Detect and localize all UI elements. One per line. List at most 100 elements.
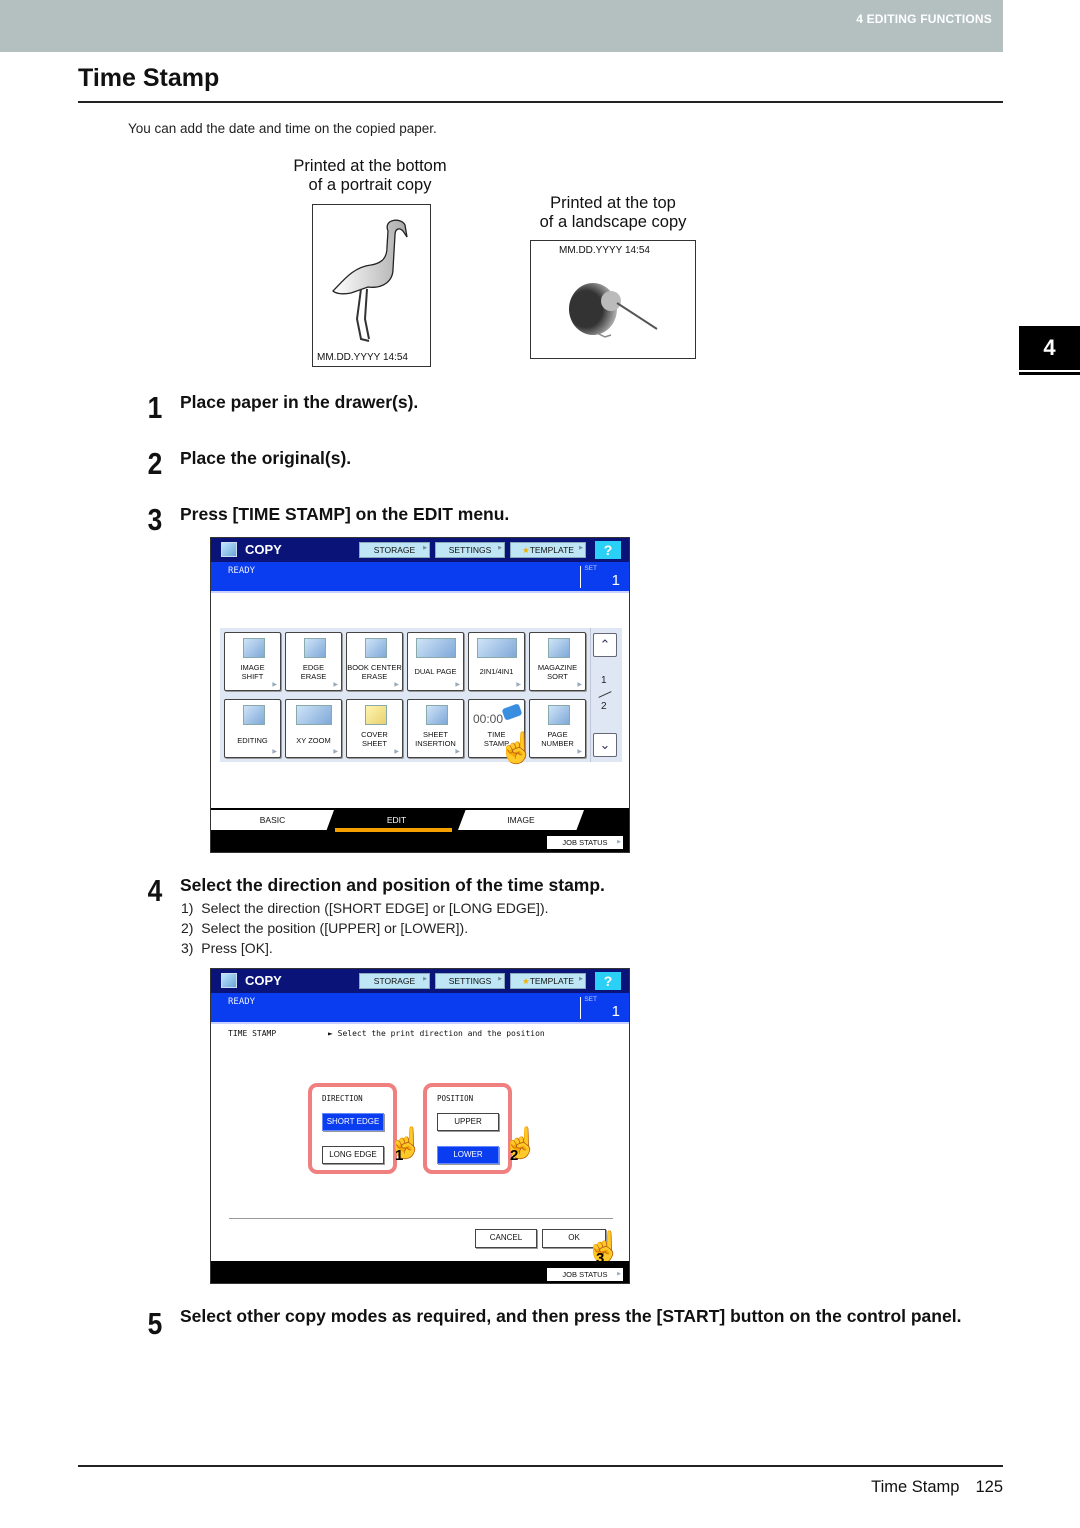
template-button[interactable]: ★TEMPLATE ▶	[510, 542, 586, 558]
help-button[interactable]: ?	[595, 541, 621, 559]
help-button[interactable]: ?	[595, 972, 621, 990]
page-number: 125	[975, 1478, 1003, 1496]
panel-top-bar: COPY STORAGE ▶ SETTINGS ▶ ★TEMPLATE ▶ ?	[211, 538, 629, 562]
substep: 2) Select the position ([UPPER] or [LOWE…	[181, 920, 469, 936]
arrow-icon: ▶	[272, 682, 277, 688]
title-divider	[78, 101, 1003, 103]
footer-section: Time Stamp	[871, 1478, 960, 1496]
short-edge-button[interactable]: SHORT EDGE	[322, 1113, 384, 1131]
active-tab-indicator	[335, 828, 452, 832]
arrow-icon: ▶	[516, 682, 521, 688]
portrait-caption: Printed at the bottom of a portrait copy	[293, 157, 447, 194]
arrow-icon: ▶	[579, 545, 583, 551]
lower-button[interactable]: LOWER	[437, 1146, 499, 1164]
tab-edit[interactable]: EDIT	[335, 810, 458, 830]
arrow-icon: ▶	[577, 749, 582, 755]
arrow-icon: ▶	[577, 682, 582, 688]
status-text: READY	[228, 997, 256, 1007]
footer-divider	[78, 1465, 1003, 1467]
step-text: Place paper in the drawer(s).	[180, 392, 419, 412]
scroll-down-button[interactable]: ⌄	[593, 733, 617, 757]
page-title: Time Stamp	[78, 64, 220, 92]
arrow-icon: ▶	[272, 749, 277, 755]
set-count: 1	[611, 1003, 620, 1020]
page-number-icon	[548, 705, 570, 725]
arrow-icon: ▶	[394, 749, 399, 755]
stamp-icon	[501, 703, 523, 721]
tab-image[interactable]: IMAGE	[458, 810, 584, 830]
2in1-4in1-button[interactable]: 2IN1/4IN1 ▶	[468, 632, 525, 691]
step-text: Place the original(s).	[180, 448, 352, 468]
template-button[interactable]: ★TEMPLATE ▶	[510, 973, 586, 989]
chapter-tab[interactable]: 4	[1019, 326, 1080, 370]
landscape-stamp: MM.DD.YYYY 14:54	[559, 245, 650, 256]
section-header: 4 EDITING FUNCTIONS	[856, 12, 992, 26]
book-center-erase-button[interactable]: BOOK CENTER ERASE ▶	[346, 632, 403, 691]
arrow-icon: ▶	[579, 976, 583, 982]
long-edge-button[interactable]: LONG EDGE	[322, 1146, 384, 1164]
flamingo-image	[332, 219, 408, 342]
set-label: SET	[584, 565, 597, 572]
mode-label: COPY	[245, 542, 282, 557]
screen-title: TIME STAMP	[228, 1029, 277, 1038]
function-grid: IMAGE SHIFT ▶ EDGE ERASE ▶ BOOK CENTER ERASE ▶…	[220, 628, 622, 762]
scroll-up-button[interactable]: ⌃	[593, 633, 617, 657]
landscape-paper: MM.DD.YYYY 14:54	[530, 240, 696, 359]
set-label: SET	[584, 996, 597, 1003]
job-status-button[interactable]: JOB STATUS ▶	[547, 836, 623, 849]
bottom-bar: JOB STATUS ▶	[211, 1261, 629, 1283]
step-number: 4	[147, 873, 163, 908]
arrow-icon: ▶	[333, 682, 338, 688]
xy-zoom-button[interactable]: XY ZOOM ▶	[285, 699, 342, 758]
job-status-button[interactable]: JOB STATUS ▶	[547, 1268, 623, 1281]
landscape-caption: Printed at the top of a landscape copy	[539, 194, 687, 231]
page-current: 1	[601, 675, 607, 686]
set-count: 1	[611, 572, 620, 589]
magazine-sort-button[interactable]: MAGAZINE SORT ▶	[529, 632, 586, 691]
footer: Time Stamp 125	[871, 1478, 1003, 1497]
edge-erase-button[interactable]: EDGE ERASE ▶	[285, 632, 342, 691]
divider	[229, 1218, 613, 1219]
arrow-icon: ▶	[617, 1271, 621, 1277]
cancel-button[interactable]: CANCEL	[475, 1229, 537, 1248]
substep: 3) Press [OK].	[181, 940, 273, 956]
arrow-icon: ▶	[498, 545, 502, 551]
settings-button[interactable]: SETTINGS ▶	[435, 542, 505, 558]
editing-button[interactable]: EDITING ▶	[224, 699, 281, 758]
chapter-tab-underline	[1019, 372, 1080, 375]
set-divider	[580, 997, 581, 1019]
storage-button[interactable]: STORAGE ▶	[359, 542, 430, 558]
pointing-hand-icon: ☝	[502, 1127, 540, 1160]
step-number: 1	[147, 390, 163, 425]
page-total: 2	[601, 701, 607, 712]
tab-basic[interactable]: BASIC	[211, 810, 334, 830]
cover-sheet-button[interactable]: COVER SHEET ▶	[346, 699, 403, 758]
arrow-icon: ▶	[617, 839, 621, 845]
arrow-icon: ▶	[455, 682, 460, 688]
instruction-text: ► Select the print direction and the pos…	[328, 1029, 545, 1038]
copy-panel-time-stamp: COPY STORAGE ▶ SETTINGS ▶ ★TEMPLATE ▶ ? REA…	[210, 968, 630, 1284]
clock-text-icon: 00:00	[473, 712, 504, 726]
step-text: Press [TIME STAMP] on the EDIT menu.	[180, 504, 510, 524]
arrow-icon: ▶	[333, 749, 338, 755]
step-text: Select other copy modes as required, and…	[180, 1306, 962, 1326]
sheet-insertion-button[interactable]: SHEET INSERTION ▶	[407, 699, 464, 758]
page-number-button[interactable]: PAGE NUMBER ▶	[529, 699, 586, 758]
step-text: Select the direction and position of the…	[180, 875, 605, 895]
direction-group: DIRECTION SHORT EDGE LONG EDGE	[308, 1083, 397, 1174]
settings-button[interactable]: SETTINGS ▶	[435, 973, 505, 989]
set-divider	[580, 566, 581, 588]
upper-button[interactable]: UPPER	[437, 1113, 499, 1131]
arrow-icon: ▶	[498, 976, 502, 982]
portrait-paper: MM.DD.YYYY 14:54	[312, 204, 431, 367]
grid-divider	[590, 628, 591, 762]
position-group: POSITION UPPER LOWER	[423, 1083, 512, 1174]
storage-button[interactable]: STORAGE ▶	[359, 973, 430, 989]
arrow-icon: ▶	[423, 976, 427, 982]
image-shift-button[interactable]: IMAGE SHIFT ▶	[224, 632, 281, 691]
book-icon	[365, 638, 387, 658]
callout-number: 1	[395, 1147, 404, 1164]
page-separator	[598, 691, 612, 698]
dual-page-button[interactable]: DUAL PAGE ▶	[407, 632, 464, 691]
sheet-insertion-icon	[426, 705, 448, 725]
